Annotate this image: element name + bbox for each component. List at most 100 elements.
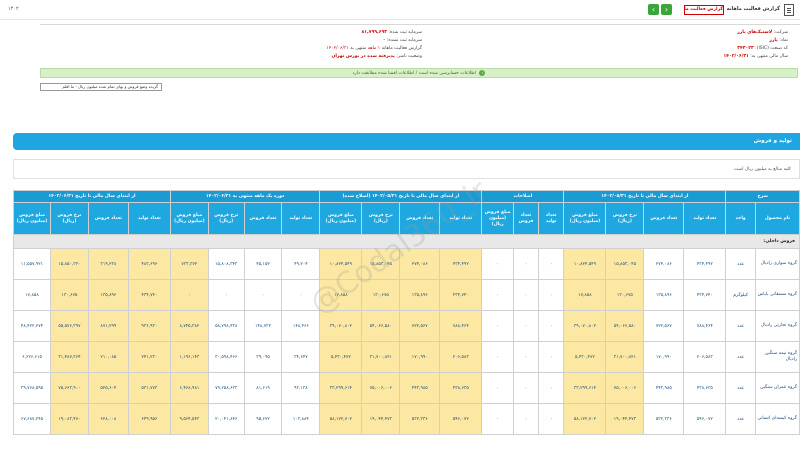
table-row[interactable]: گروه عمران سنگین عدد ۴۳۸,۶۳۵ ۴۴۳,۹۸۵ ۷۵,۰۰۶,… [13, 372, 800, 404]
report-select[interactable]: گزیده وضع فروش و بهای تمام شده میلیون ری… [40, 83, 162, 91]
report-type-badge[interactable]: گزارش فعالیت ماهانه [684, 5, 724, 15]
value-cell: ۱۰۳,۸۸۴ [281, 403, 321, 435]
audit-notice-text: اطلاعات حسابرسی شده است / اطلاعات افشا ش… [352, 71, 477, 76]
value-cell: ۳۱۹,۲۳۸ [87, 248, 129, 280]
value-cell: ۶۲۸,۰۰۸ [87, 403, 129, 435]
value-cell: ۵۳۱,۷۷۳ [127, 372, 171, 404]
column-header: مبلغ فروش (میلیون ریال) [169, 202, 209, 235]
period-label: سال مالی منتهی به: [750, 54, 788, 59]
value-cell: ۲۰۶,۵۸۳ [439, 341, 483, 373]
value-cell: ۷۵,۰۰۶,۰۰۶ [361, 372, 401, 404]
value-cell: ۴۳۴,۷۴۰ [439, 279, 483, 311]
value-cell: ۸۱,۶۱۹ [243, 372, 283, 404]
value-cell: ۸,۷۴۵,۳۸۲ [169, 310, 209, 342]
symbol-label: نماد: [779, 38, 788, 43]
section-header-production-sales[interactable]: تولید و فروش [13, 133, 800, 150]
value-cell: ۳۱,۴۸۷,۳۶۴ [50, 341, 89, 373]
value-cell: ۱۷,۸۵۸ [563, 279, 607, 311]
chevron-right-icon: › [664, 5, 669, 14]
value-cell: ۱۹,۰۴۴,۴۷۳ [605, 403, 645, 435]
domestic-sales-label: فروش داخلی: [13, 234, 800, 249]
value-cell: ۷۵,۶۶۳,۹۰۰ [50, 372, 89, 404]
capital-label: سرمایه ثبت شده: [388, 30, 422, 35]
production-sales-table: شرح از ابتدای سال مالی تا تاریخ ۱۴۰۲/۰۵/… [13, 190, 800, 450]
value-cell: ۵۴۶,۰۷۲ [683, 403, 727, 435]
value-cell: ۷۳۳,۳۷۲ [169, 248, 209, 280]
next-button[interactable]: › [661, 4, 672, 15]
value-cell: ۰ [281, 279, 321, 311]
value-cell: ۷۲۲,۵۶۷ [643, 310, 685, 342]
unregistered-capital-label: سرمایه ثبت نشده: [386, 38, 422, 43]
company-label: شرکت: [773, 30, 788, 35]
unit-cell: عدد [725, 310, 756, 342]
table-row[interactable]: گروه تجارتی رادیال عدد ۷۸۸,۴۶۴ ۷۲۲,۵۶۷ ۵۴,۰۶… [13, 310, 800, 342]
value-cell: ۳۰,۵۹۸,۴۶۶ [207, 341, 245, 373]
unit-cell: عدد [725, 403, 756, 435]
value-cell: ۲۰,۰۴۱,۸۴۶ [207, 403, 245, 435]
value-cell: ۰ [481, 279, 514, 311]
document-icon [784, 4, 794, 16]
table-row[interactable]: گروه کیسه‌ای انسانی عدد ۵۴۶,۰۷۲ ۵۳۲,۳۳۶ ۱۹,۰… [13, 403, 800, 435]
value-cell: ۰ [538, 248, 565, 280]
table-row[interactable]: گروه سواری رادیال عدد ۴۳۴,۴۹۲ ۲۷۴,۰۸۶ ۱۵,۸۵۳… [13, 248, 800, 280]
year-label: ۱۴۰۲ [8, 6, 19, 12]
value-cell: ۹۵,۶۷۲ [243, 403, 283, 435]
report-label: گزارش فعالیت ماهانه [381, 46, 422, 51]
column-header: نام محصول [754, 202, 800, 235]
top-bar: گزارش فعالیت ماهانه گزارش فعالیت ماهانه … [0, 0, 800, 20]
product-name-cell: گروه مشتقاتی بایاس [754, 279, 800, 311]
value-cell: ۸۷۱,۲۹۹ [87, 310, 129, 342]
column-header: مبلغ فروش (میلیون ریال) [319, 202, 363, 235]
column-header: تعداد تولید [281, 202, 321, 235]
value-cell: ۱۵,۸۰۸,۳۴۳ [207, 248, 245, 280]
value-cell: ۶۷,۶۸۷,۲۴۵ [13, 403, 52, 435]
isic-label: کد صنعت (ISIC): [755, 46, 788, 51]
value-cell: ۰ [538, 310, 565, 342]
value-cell: ۱۴۸,۷۳۲ [243, 310, 283, 342]
group-header-description: شرح [725, 190, 800, 203]
value-cell: ۷۸۸,۴۶۴ [439, 310, 483, 342]
value-cell: ۴۴۳,۹۸۵ [643, 372, 685, 404]
value-cell: ۵,۴۳۰,۴۷۲ [319, 341, 363, 373]
table-row[interactable]: گروه نیمه سنگین رادیال عدد ۲۰۶,۵۸۳ ۱۷۰,۹۹۰ ۳… [13, 341, 800, 373]
value-cell: ۱۳۰,۶۷۵ [361, 279, 401, 311]
value-cell: ۳۹,۰۹۵ [243, 341, 283, 373]
value-cell: ۵۵,۵۷۶,۳۹۷ [50, 310, 89, 342]
value-cell: ۱۹,۰۸۳,۴۷۰ [50, 403, 89, 435]
value-cell: ۳۹,۷۶۸,۵۹۵ [13, 372, 52, 404]
column-header: تعداد تولید [683, 202, 727, 235]
value-cell: ۱۷,۸۵۸ [13, 279, 52, 311]
value-cell: ۰ [512, 372, 540, 404]
table-row[interactable]: گروه مشتقاتی بایاس کیلوگرم ۴۳۴,۷۴۰ ۱۳۵,۸۹۶ ۱… [13, 279, 800, 311]
column-header: نرخ فروش (ریال) [361, 202, 401, 235]
value-cell: ۳۳,۲۹۹,۶۱۴ [563, 372, 607, 404]
value-cell: ۴۴۳,۹۸۵ [399, 372, 441, 404]
value-cell: ۵۸,۱۲۲,۷۰۲ [563, 403, 607, 435]
value-cell: ۰ [481, 310, 514, 342]
period-value: ۱۴۰۲/۰۶/۳۱ [723, 54, 749, 59]
value-cell: ۰ [481, 341, 514, 373]
value-cell: ۴۵,۱۵۲ [243, 248, 283, 280]
value-cell: ۴۳۴,۷۴۰ [127, 279, 171, 311]
group-header-adjusted: از ابتدای سال مالی تا تاریخ ۱۴۰۲/۰۵/۳۱ (… [319, 190, 483, 203]
value-cell: ۴۸,۴۲۲,۲۷۴ [13, 310, 52, 342]
value-cell: ۶,۶۲۶,۶۱۵ [13, 341, 52, 373]
isic-value: ۳۴۳۰۲۳ [737, 46, 754, 51]
value-cell: ۰ [481, 403, 514, 435]
value-cell: ۰ [481, 372, 514, 404]
value-cell: ۰ [512, 341, 540, 373]
status-label: وضعیت ناشر: [396, 54, 422, 59]
value-cell: ۵۴,۰۶۶,۵۸۰ [605, 310, 645, 342]
report-month: ۱ ماهه [367, 46, 381, 51]
value-cell: ۵۴,۰۶۶,۵۸۰ [361, 310, 401, 342]
value-cell: ۰ [538, 372, 565, 404]
capital-value: ۸۱,۷۹۹,۶۹۳ [361, 30, 387, 35]
value-cell: ۵۳۲,۳۳۶ [643, 403, 685, 435]
product-name-cell: گروه نیمه سنگین رادیال [754, 341, 800, 373]
value-cell: ۱۷۰,۹۹۰ [643, 341, 685, 373]
value-cell: ۰ [512, 403, 540, 435]
value-cell: ۹۳۶,۹۳۰ [127, 310, 171, 342]
value-cell: ۰ [207, 279, 245, 311]
previous-button[interactable]: ‹ [648, 4, 659, 15]
section-row: فروش داخلی: [13, 234, 800, 249]
